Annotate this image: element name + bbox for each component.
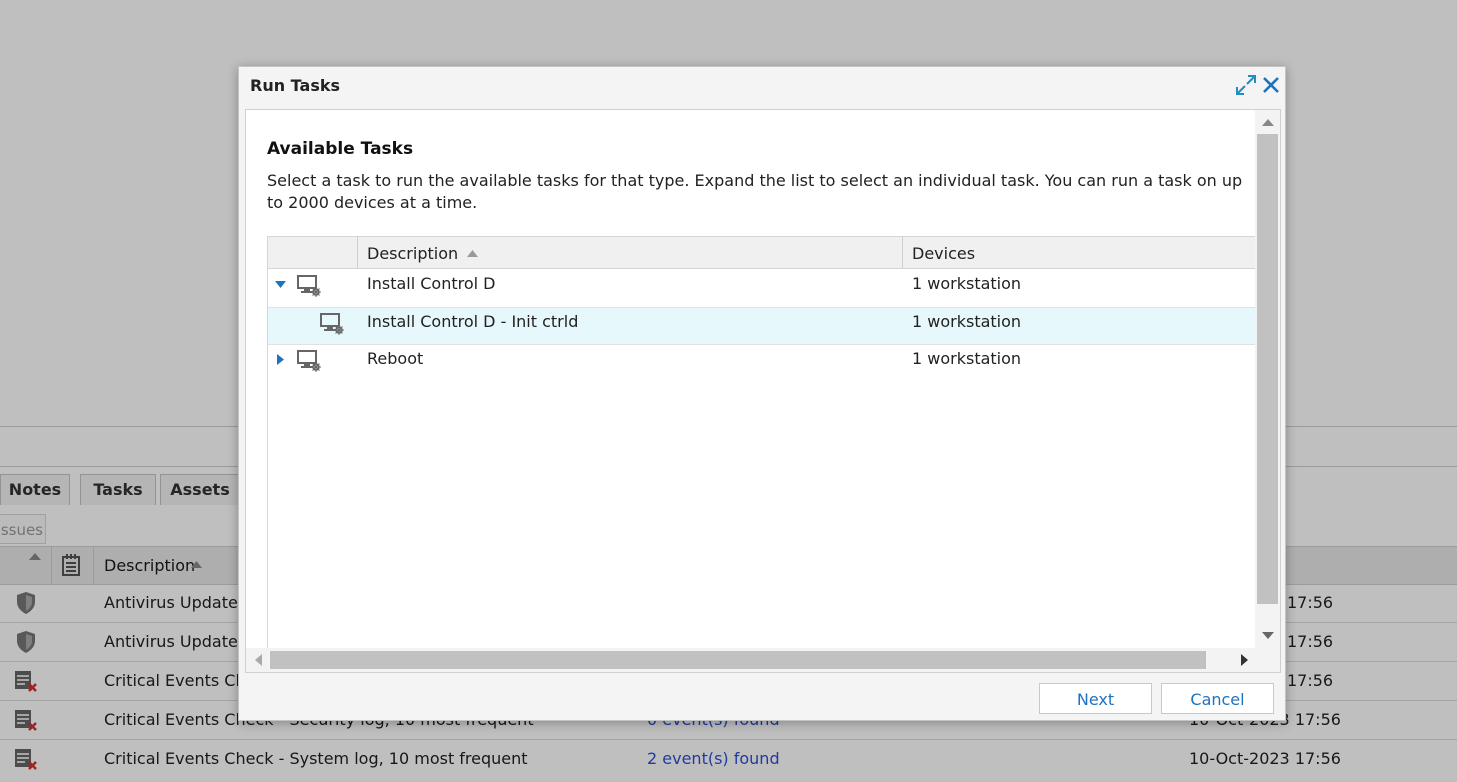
cancel-button[interactable]: Cancel	[1161, 683, 1274, 714]
task-description: Reboot	[367, 349, 424, 368]
run-tasks-dialog: Run Tasks Available Tasks Select a task …	[238, 66, 1286, 721]
task-devices: 1 workstation	[912, 274, 1022, 293]
available-tasks-description: Select a task to run the available tasks…	[267, 171, 1243, 212]
scroll-down-arrow-icon[interactable]	[1262, 632, 1274, 639]
task-description: Install Control D - Init ctrld	[367, 312, 579, 331]
next-button[interactable]: Next	[1039, 683, 1152, 714]
task-devices: 1 workstation	[912, 349, 1022, 368]
expand-arrow-right-icon[interactable]	[277, 354, 284, 365]
column-header-description[interactable]: Description	[358, 236, 902, 269]
dialog-content: Available Tasks Select a task to run the…	[245, 109, 1281, 673]
column-header-tree	[268, 236, 358, 269]
horizontal-scrollbar[interactable]	[246, 648, 1280, 672]
maximize-icon[interactable]	[1235, 74, 1257, 96]
sort-asc-icon	[467, 250, 479, 257]
scroll-left-arrow-icon[interactable]	[255, 654, 262, 666]
close-icon[interactable]	[1260, 74, 1282, 96]
workstation-task-icon	[320, 313, 344, 335]
workstation-task-icon	[297, 350, 321, 372]
dialog-title: Run Tasks	[250, 76, 341, 95]
expand-arrow-down-icon[interactable]	[275, 281, 286, 289]
scroll-up-arrow-icon[interactable]	[1262, 119, 1274, 126]
task-table: Description Devices Install Control D 1 …	[267, 236, 1258, 651]
task-description: Install Control D	[367, 274, 496, 293]
task-row-reboot[interactable]: Reboot 1 workstation	[268, 345, 1258, 379]
vertical-scroll-thumb[interactable]	[1257, 134, 1278, 604]
task-devices: 1 workstation	[912, 312, 1022, 331]
column-header-devices[interactable]: Devices	[903, 236, 1258, 269]
available-tasks-heading: Available Tasks	[267, 139, 414, 159]
vertical-scrollbar[interactable]	[1255, 110, 1280, 650]
task-row-install-control-d[interactable]: Install Control D 1 workstation	[268, 269, 1258, 308]
column-header-description-label: Description	[367, 244, 459, 263]
horizontal-scroll-thumb[interactable]	[270, 651, 1206, 669]
workstation-task-icon	[297, 275, 321, 297]
task-row-install-control-d-init-ctrld[interactable]: Install Control D - Init ctrld 1 worksta…	[268, 308, 1258, 345]
scroll-right-arrow-icon[interactable]	[1241, 654, 1248, 666]
